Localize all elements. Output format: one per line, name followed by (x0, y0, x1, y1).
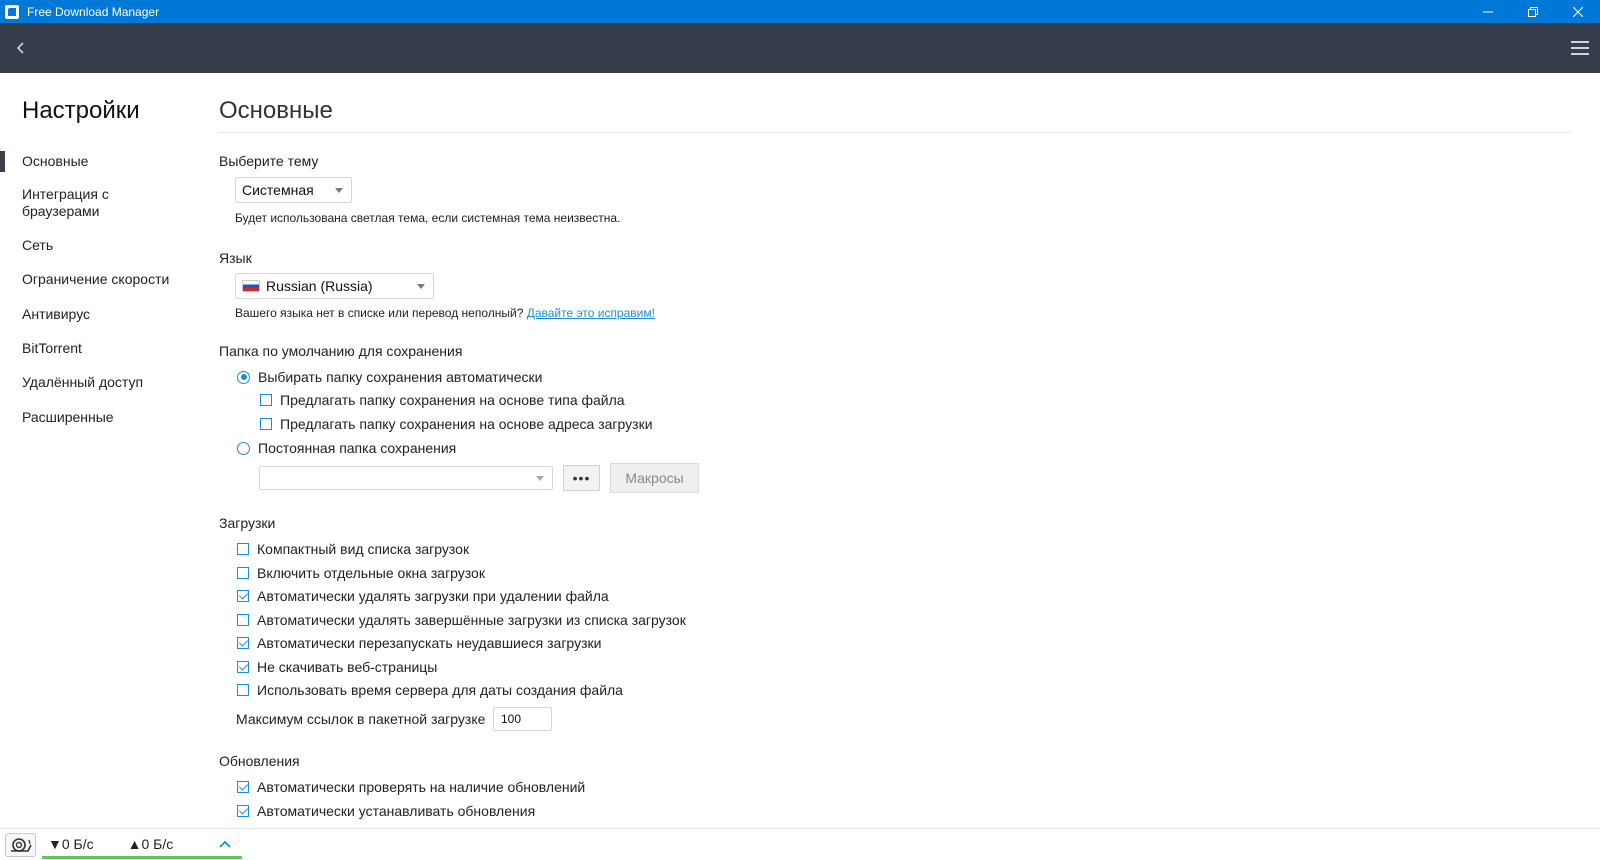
install-updates-checkbox[interactable]: Автоматически устанавливать обновления (237, 802, 535, 820)
compact-list-label: Компактный вид списка загрузок (257, 541, 470, 557)
checkbox-icon (237, 567, 249, 579)
checkbox-checked-icon (237, 781, 249, 793)
sidebar-title: Настройки (22, 97, 140, 124)
dropdown-arrow-icon (536, 476, 544, 481)
title-divider (219, 132, 1571, 133)
sidebar-item-advanced[interactable]: Расширенные (0, 409, 200, 426)
checkbox-checked-icon (237, 661, 249, 673)
back-button[interactable] (10, 37, 32, 59)
snail-mode-button[interactable] (5, 833, 36, 857)
content-clip (219, 820, 1571, 828)
folder-by-url-checkbox[interactable]: Предлагать папку сохранения на основе ад… (260, 415, 653, 433)
compact-list-checkbox[interactable]: Компактный вид списка загрузок (237, 540, 469, 558)
page-title: Основные (219, 97, 333, 124)
theme-select[interactable]: Системная (235, 177, 352, 203)
auto-remove-completed-label: Автоматически удалять завершённые загруз… (257, 612, 686, 628)
radio-checked-icon (237, 370, 250, 384)
auto-remove-completed-checkbox[interactable]: Автоматически удалять завершённые загруз… (237, 611, 686, 629)
upload-speed: ▲0 Б/с (127, 835, 174, 852)
checkbox-icon (260, 394, 272, 406)
checkbox-checked-icon (237, 637, 249, 649)
auto-folder-label: Выбирать папку сохранения автоматически (258, 369, 543, 385)
settings-main: Основные Выберите тему Системная Будет и… (219, 73, 1571, 828)
auto-restart-failed-checkbox[interactable]: Автоматически перезапускать неудавшиеся … (237, 634, 601, 652)
language-hint-text: Вашего языка нет в списке или перевод не… (235, 306, 524, 320)
title-bar: Free Download Manager (0, 0, 1600, 23)
check-updates-label: Автоматически проверять на наличие обнов… (257, 779, 586, 795)
downloads-label: Загрузки (219, 515, 276, 531)
settings-sidebar: Настройки Основные Интеграция с браузера… (0, 73, 200, 828)
folder-by-type-label: Предлагать папку сохранения на основе ти… (280, 392, 625, 408)
sidebar-item-remote-access[interactable]: Удалённый доступ (0, 374, 200, 391)
auto-remove-on-delete-label: Автоматически удалять загрузки при удале… (257, 588, 609, 604)
language-select-value: Russian (Russia) (266, 278, 373, 294)
status-bar: ▼0 Б/с ▲0 Б/с (0, 828, 1600, 860)
check-updates-checkbox[interactable]: Автоматически проверять на наличие обнов… (237, 778, 585, 796)
snail-icon (10, 838, 32, 852)
translation-help-link[interactable]: Давайте это исправим! (527, 306, 655, 320)
auto-restart-failed-label: Автоматически перезапускать неудавшиеся … (257, 635, 602, 651)
max-links-label: Максимум ссылок в пакетной загрузке (236, 711, 486, 727)
window-title: Free Download Manager (27, 4, 160, 19)
app-logo-icon (5, 4, 19, 19)
fixed-folder-radio[interactable]: Постоянная папка сохранения (237, 439, 456, 457)
dropdown-arrow-icon (417, 284, 425, 289)
dropdown-arrow-icon (335, 188, 343, 193)
chevron-left-icon (16, 42, 24, 54)
sidebar-item-general[interactable]: Основные (0, 151, 200, 172)
checkbox-icon (237, 543, 249, 555)
fixed-folder-label: Постоянная папка сохранения (258, 440, 457, 456)
theme-hint: Будет использована светлая тема, если си… (235, 211, 621, 225)
save-folder-label: Папка по умолчанию для сохранения (219, 343, 463, 359)
minimize-button[interactable] (1465, 0, 1510, 23)
sidebar-item-antivirus[interactable]: Антивирус (0, 306, 200, 323)
restore-button[interactable] (1510, 0, 1555, 23)
macros-button[interactable]: Макросы (610, 463, 699, 493)
checkbox-checked-icon (237, 590, 249, 602)
checkbox-icon (237, 684, 249, 696)
theme-select-value: Системная (242, 182, 314, 198)
language-hint: Вашего языка нет в списке или перевод не… (235, 306, 655, 320)
skip-web-pages-label: Не скачивать веб-страницы (257, 659, 438, 675)
auto-folder-radio[interactable]: Выбирать папку сохранения автоматически (237, 368, 542, 386)
updates-label: Обновления (219, 753, 300, 769)
fixed-folder-path-combo[interactable] (259, 466, 553, 490)
skip-web-pages-checkbox[interactable]: Не скачивать веб-страницы (237, 658, 437, 676)
window-controls (1465, 0, 1600, 23)
server-time-label: Использовать время сервера для даты созд… (257, 682, 623, 698)
chevron-up-icon[interactable] (218, 837, 232, 851)
sidebar-item-browser-integration[interactable]: Интеграция с браузерами (0, 186, 200, 220)
max-links-input[interactable]: 100 (493, 707, 552, 731)
sidebar-item-bittorrent[interactable]: BitTorrent (0, 340, 200, 357)
checkbox-icon (260, 418, 272, 430)
russia-flag-icon (242, 280, 260, 292)
browse-folder-button[interactable]: ••• (563, 465, 600, 491)
close-icon (1572, 6, 1583, 17)
minimize-icon (1482, 11, 1493, 12)
toolbar (0, 23, 1600, 73)
install-updates-label: Автоматически устанавливать обновления (257, 803, 536, 819)
sidebar-item-network[interactable]: Сеть (0, 237, 200, 254)
restore-icon (1527, 6, 1538, 17)
theme-label: Выберите тему (219, 153, 319, 169)
close-button[interactable] (1555, 0, 1600, 23)
folder-by-type-checkbox[interactable]: Предлагать папку сохранения на основе ти… (260, 391, 625, 409)
auto-remove-on-delete-checkbox[interactable]: Автоматически удалять загрузки при удале… (237, 587, 609, 605)
sidebar-item-speed-limit[interactable]: Ограничение скорости (0, 271, 200, 288)
download-speed: ▼0 Б/с (48, 835, 94, 852)
language-select[interactable]: Russian (Russia) (235, 273, 434, 299)
speed-panel[interactable]: ▼0 Б/с ▲0 Б/с (42, 831, 242, 859)
radio-icon (237, 441, 250, 455)
checkbox-icon (237, 614, 249, 626)
main-menu-button[interactable] (1568, 37, 1592, 59)
server-time-checkbox[interactable]: Использовать время сервера для даты созд… (237, 681, 623, 699)
language-label: Язык (219, 250, 252, 266)
separate-windows-checkbox[interactable]: Включить отдельные окна загрузок (237, 564, 485, 582)
separate-windows-label: Включить отдельные окна загрузок (257, 565, 485, 581)
checkbox-checked-icon (237, 805, 249, 817)
hamburger-menu-icon (1571, 41, 1589, 55)
folder-by-url-label: Предлагать папку сохранения на основе ад… (280, 416, 653, 432)
